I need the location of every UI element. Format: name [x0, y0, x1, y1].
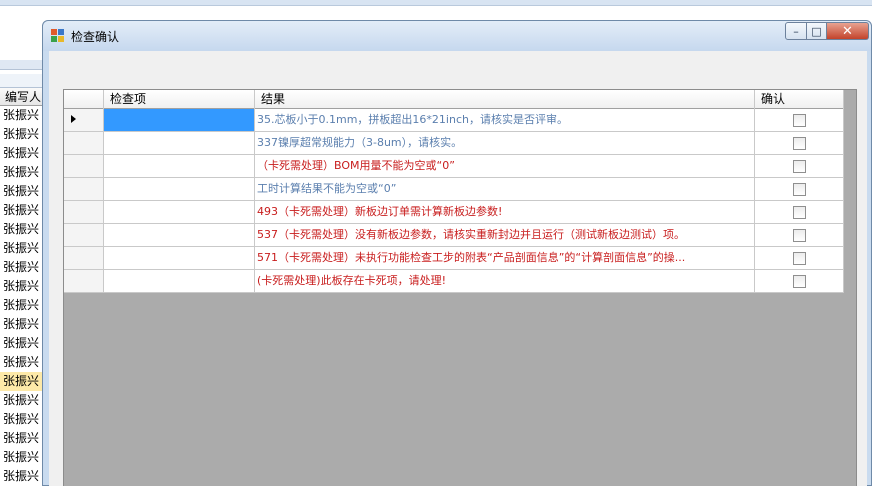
background-name-cell[interactable]: 张振兴 [0, 163, 44, 182]
row-header[interactable] [64, 224, 104, 246]
background-name-cell[interactable]: 张振兴 [0, 277, 44, 296]
result-cell[interactable]: 337镍厚超常规能力（3-8um），请核实。 [255, 132, 755, 154]
background-name-cell[interactable]: 张振兴 [0, 144, 44, 163]
table-row[interactable]: 571（卡死需处理）未执行功能检查工步的附表“产品剖面信息”的“计算剖面信息”的… [64, 247, 844, 270]
screen: 编写人 张振兴 张振兴 张振兴 张振兴 张振兴 张振兴 张振兴 张振兴 张振兴 张振兴 张振兴 张振兴… [0, 0, 872, 486]
column-header-confirm[interactable]: 确认 [755, 90, 844, 109]
background-name-cell[interactable]: 张振兴 [0, 239, 44, 258]
window-controls: – □ ✕ [785, 22, 869, 42]
background-name-cell[interactable]: 张振兴 [0, 220, 44, 239]
background-name-cell[interactable]: 张振兴 [0, 429, 44, 448]
result-cell[interactable]: （卡死需处理）BOM用量不能为空或“0” [255, 155, 755, 177]
table-row[interactable]: （卡死需处理）BOM用量不能为空或“0” [64, 155, 844, 178]
check-confirm-dialog: 检查确认 – □ ✕ 检查项 结果 确认 35.芯板小于0.1mm，拼板超出16… [42, 20, 872, 486]
row-header[interactable] [64, 155, 104, 177]
row-header[interactable] [64, 132, 104, 154]
confirm-checkbox[interactable] [793, 183, 806, 196]
row-header[interactable] [64, 109, 104, 131]
confirm-checkbox[interactable] [793, 275, 806, 288]
dialog-titlebar[interactable]: 检查确认 – □ ✕ [43, 21, 871, 51]
column-header-check-item[interactable]: 检查项 [104, 90, 255, 109]
background-name-cell[interactable]: 张振兴 [0, 258, 44, 277]
confirm-cell[interactable] [755, 155, 844, 177]
background-name-cell[interactable]: 张振兴 [0, 315, 44, 334]
background-name-cell[interactable]: 张振兴 [0, 296, 44, 315]
check-item-cell[interactable] [104, 201, 255, 223]
result-cell[interactable]: 537（卡死需处理）没有新板边参数，请核实重新封边并且运行（测试新板边测试）项。 [255, 224, 755, 246]
row-header-corner[interactable] [64, 90, 104, 109]
confirm-checkbox[interactable] [793, 137, 806, 150]
confirm-checkbox[interactable] [793, 160, 806, 173]
check-item-cell[interactable] [104, 247, 255, 269]
confirm-cell[interactable] [755, 201, 844, 223]
confirm-cell[interactable] [755, 109, 844, 131]
result-cell[interactable]: 571（卡死需处理）未执行功能检查工步的附表“产品剖面信息”的“计算剖面信息”的… [255, 247, 755, 269]
confirm-checkbox[interactable] [793, 206, 806, 219]
background-column-header[interactable]: 编写人 [0, 88, 44, 106]
background-name-cell[interactable]: 张振兴 [0, 372, 44, 391]
result-cell[interactable]: (卡死需处理)此板存在卡死项，请处理! [255, 270, 755, 292]
background-name-cell[interactable]: 张振兴 [0, 467, 44, 486]
background-toolbar [0, 60, 44, 70]
grid-header: 检查项 结果 确认 [64, 90, 844, 109]
close-button[interactable]: ✕ [827, 22, 869, 40]
confirm-cell[interactable] [755, 247, 844, 269]
confirm-checkbox[interactable] [793, 114, 806, 127]
result-cell[interactable]: 35.芯板小于0.1mm，拼板超出16*21inch，请核实是否评审。 [255, 109, 755, 131]
confirm-cell[interactable] [755, 178, 844, 200]
app-window-icon [51, 29, 65, 43]
check-results-grid[interactable]: 检查项 结果 确认 35.芯板小于0.1mm，拼板超出16*21inch，请核实… [63, 89, 857, 486]
check-item-cell[interactable] [104, 224, 255, 246]
row-header[interactable] [64, 178, 104, 200]
current-row-arrow-icon [71, 115, 76, 123]
table-row[interactable]: 337镍厚超常规能力（3-8um），请核实。 [64, 132, 844, 155]
dialog-client-area: 检查项 结果 确认 35.芯板小于0.1mm，拼板超出16*21inch，请核实… [49, 51, 867, 486]
background-name-list: 张振兴 张振兴 张振兴 张振兴 张振兴 张振兴 张振兴 张振兴 张振兴 张振兴 张振兴 张振兴 张振兴张… [0, 106, 44, 486]
background-app-header [0, 0, 872, 6]
confirm-cell[interactable] [755, 132, 844, 154]
check-item-cell[interactable] [104, 270, 255, 292]
dialog-title: 检查确认 [71, 30, 120, 44]
background-name-cell[interactable]: 张振兴 [0, 201, 44, 220]
background-name-cell[interactable]: 张振兴 [0, 182, 44, 201]
grid-rows: 35.芯板小于0.1mm，拼板超出16*21inch，请核实是否评审。 337镍厚… [64, 109, 844, 293]
background-name-cell[interactable]: 张振兴 [0, 125, 44, 144]
confirm-cell[interactable] [755, 224, 844, 246]
background-name-cell[interactable]: 张振兴 [0, 106, 44, 125]
minimize-button[interactable]: – [785, 22, 807, 40]
row-header[interactable] [64, 270, 104, 292]
confirm-checkbox[interactable] [793, 252, 806, 265]
row-header[interactable] [64, 201, 104, 223]
background-app-grid: 编写人 张振兴 张振兴 张振兴 张振兴 张振兴 张振兴 张振兴 张振兴 张振兴 张振兴 张振兴 张振兴… [0, 60, 44, 486]
check-item-cell[interactable] [104, 132, 255, 154]
confirm-checkbox[interactable] [793, 229, 806, 242]
check-item-cell[interactable] [104, 109, 255, 131]
row-header[interactable] [64, 247, 104, 269]
table-row[interactable]: 工时计算结果不能为空或“0” [64, 178, 844, 201]
result-cell[interactable]: 工时计算结果不能为空或“0” [255, 178, 755, 200]
background-name-cell[interactable]: 张振兴 [0, 391, 44, 410]
background-name-cell[interactable]: 张振兴 [0, 353, 44, 372]
result-cell[interactable]: 493（卡死需处理）新板边订单需计算新板边参数! [255, 201, 755, 223]
check-item-cell[interactable] [104, 155, 255, 177]
check-item-cell[interactable] [104, 178, 255, 200]
table-row[interactable]: 493（卡死需处理）新板边订单需计算新板边参数! [64, 201, 844, 224]
background-name-cell[interactable]: 张振兴 [0, 448, 44, 467]
column-header-result[interactable]: 结果 [255, 90, 755, 109]
confirm-cell[interactable] [755, 270, 844, 292]
table-row[interactable]: 35.芯板小于0.1mm，拼板超出16*21inch，请核实是否评审。 [64, 109, 844, 132]
background-toolbar-2 [0, 74, 44, 88]
background-name-cell[interactable]: 张振兴 [0, 334, 44, 353]
table-row[interactable]: (卡死需处理)此板存在卡死项，请处理! [64, 270, 844, 293]
background-name-cell[interactable]: 张振兴 [0, 410, 44, 429]
table-row[interactable]: 537（卡死需处理）没有新板边参数，请核实重新封边并且运行（测试新板边测试）项。 [64, 224, 844, 247]
maximize-button[interactable]: □ [807, 22, 827, 40]
